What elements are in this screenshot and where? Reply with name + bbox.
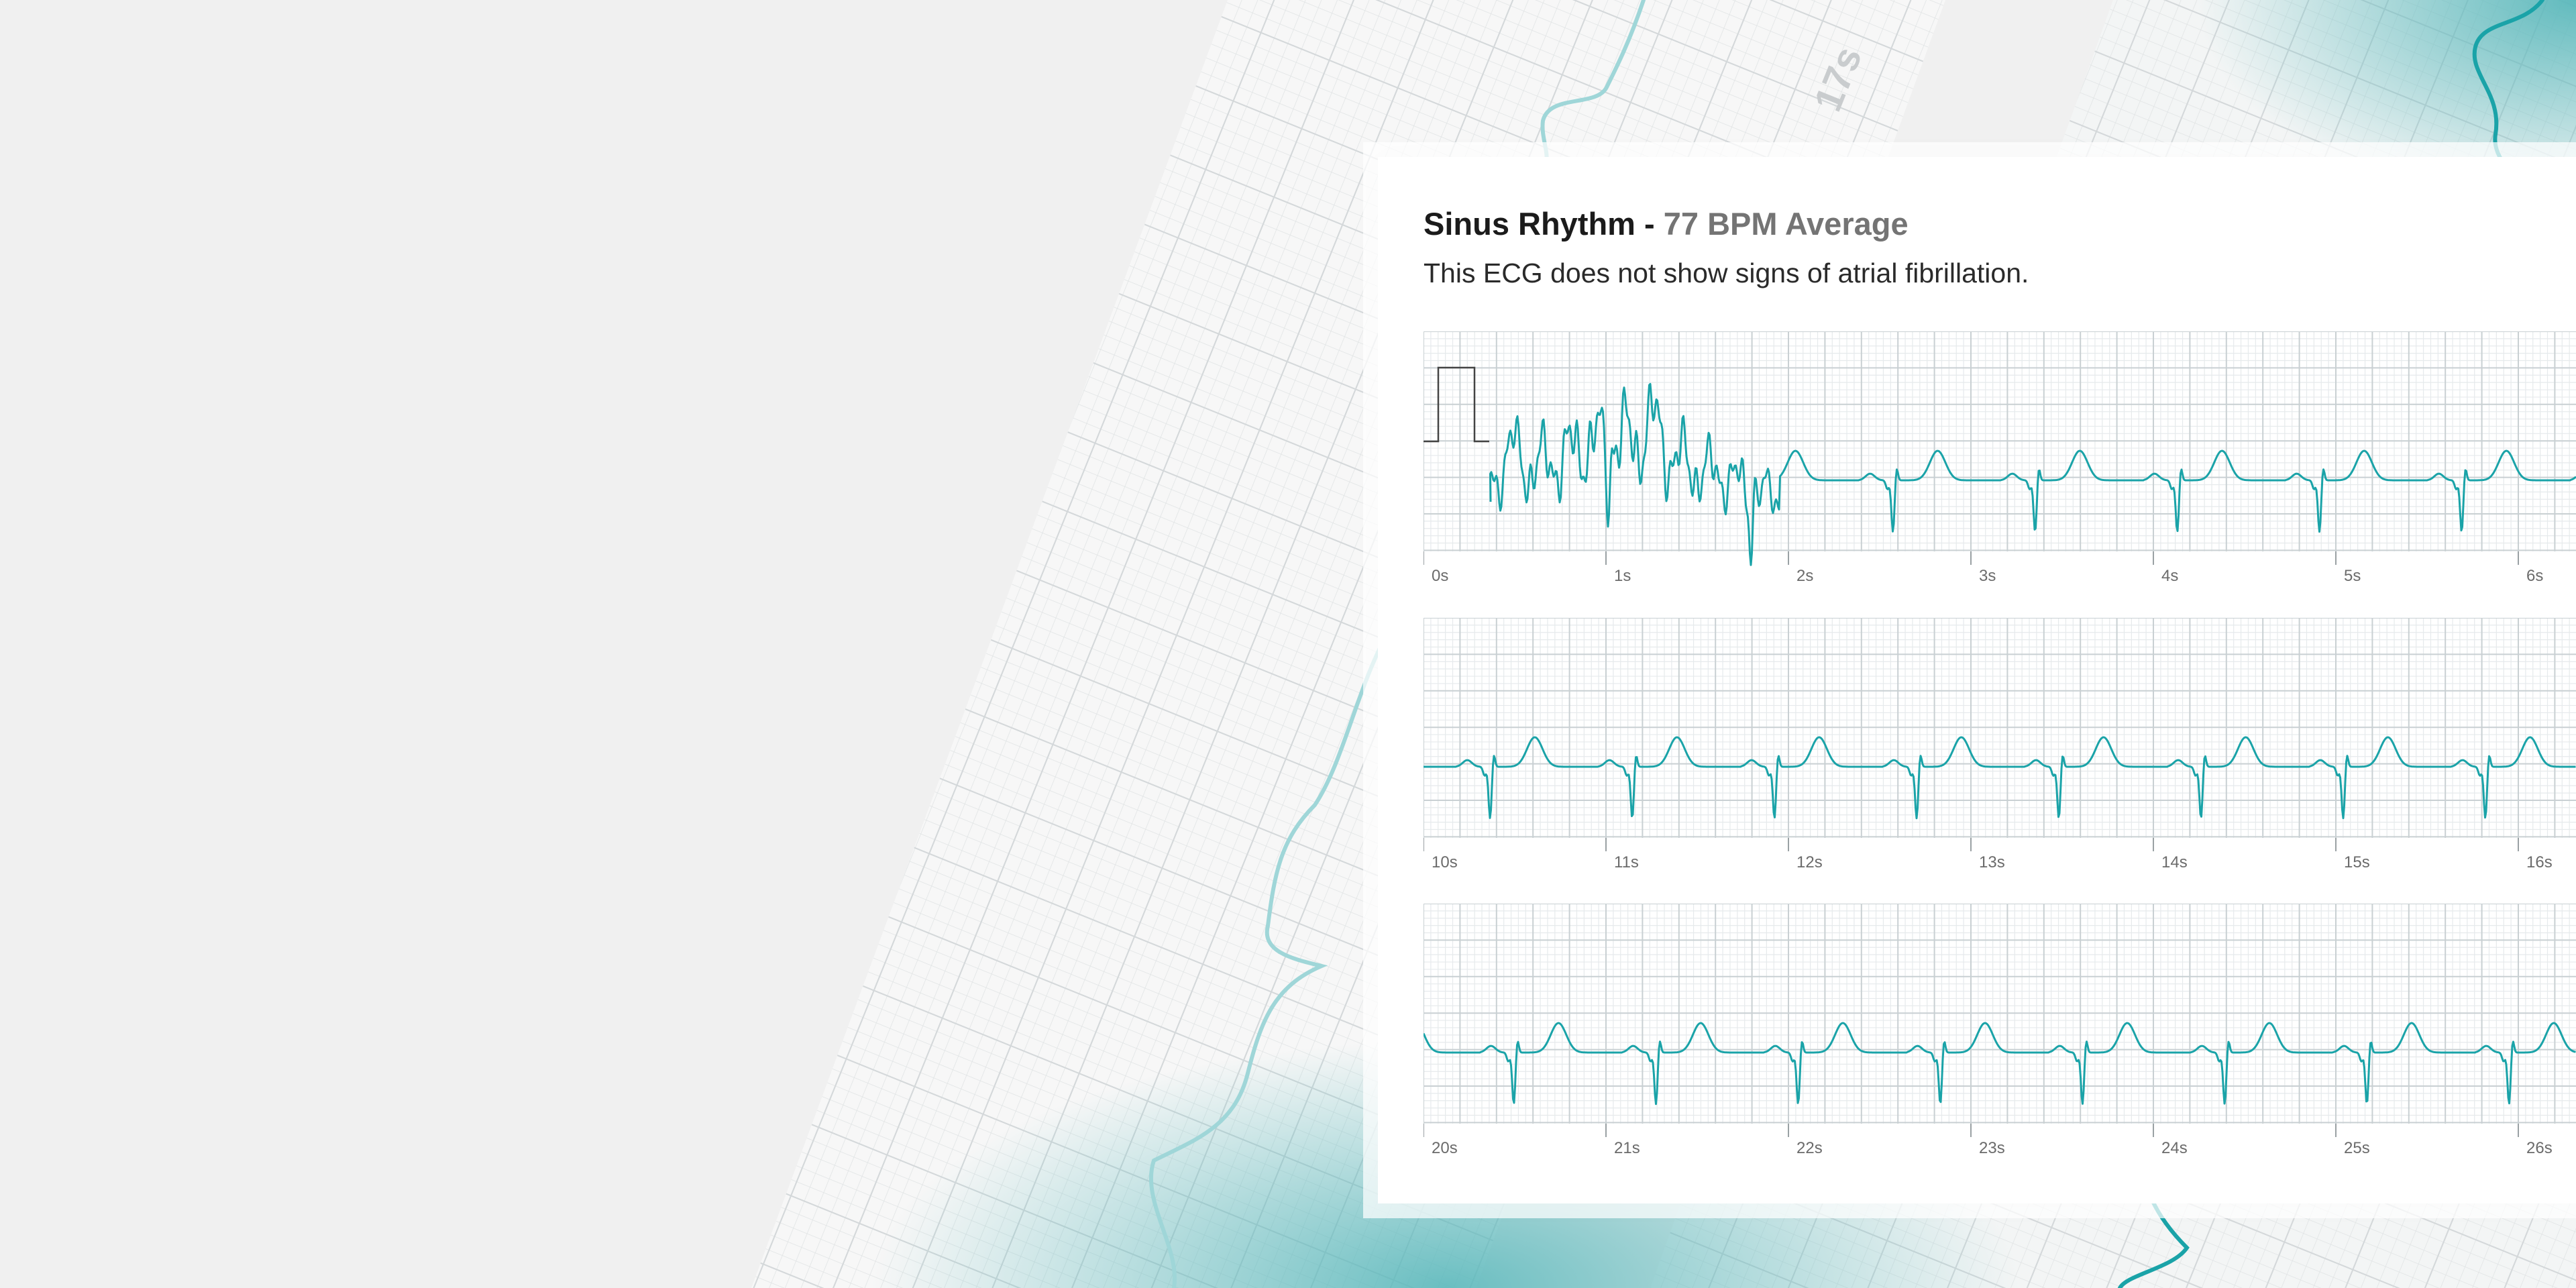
- ecg-report-card: Sinus Rhythm - 77 BPM Average This ECG d…: [1378, 157, 2576, 1203]
- ecg-trace: [1489, 382, 2576, 566]
- ecg-strip-chart: 20s 21s 22s 23s 24s 25s 26s: [1424, 904, 2576, 1157]
- time-label: 10s: [1432, 853, 1458, 871]
- time-label: 12s: [1796, 853, 1823, 871]
- time-label: 6s: [2526, 567, 2543, 585]
- time-label: 15s: [2344, 853, 2370, 871]
- time-label: 3s: [1979, 567, 1996, 585]
- time-label: 25s: [2344, 1139, 2370, 1157]
- time-label: 14s: [2161, 853, 2188, 871]
- ecg-strip-chart: 10s 11s 12s 13s 14s 15s 16s: [1424, 618, 2576, 871]
- time-label: 1s: [1614, 567, 1631, 585]
- ecg-strip-2: 10s 11s 12s 13s 14s 15s 16s: [1424, 618, 2576, 900]
- average-heart-rate: 77 BPM Average: [1663, 206, 1909, 241]
- time-label: 11s: [1614, 853, 1639, 871]
- time-label: 26s: [2526, 1139, 2553, 1157]
- time-label: 22s: [1796, 1139, 1823, 1157]
- result-summary: This ECG does not show signs of atrial f…: [1424, 258, 2029, 288]
- rhythm-classification: Sinus Rhythm -: [1424, 206, 1655, 241]
- time-label: 24s: [2161, 1139, 2188, 1157]
- time-label: 2s: [1796, 567, 1813, 585]
- time-label: 23s: [1979, 1139, 2005, 1157]
- time-label: 16s: [2526, 853, 2553, 871]
- ecg-strip-chart: 0s 1s 2s 3s 4s 5s 6s: [1424, 331, 2576, 585]
- time-label: 21s: [1614, 1139, 1640, 1157]
- time-label: 13s: [1979, 853, 2005, 871]
- ecg-strip-3: 20s 21s 22s 23s 24s 25s 26s: [1424, 904, 2576, 1185]
- ecg-strip-1: 0s 1s 2s 3s 4s 5s 6s: [1424, 331, 2576, 613]
- time-label: 20s: [1432, 1139, 1458, 1157]
- time-label: 5s: [2344, 567, 2361, 585]
- rhythm-title: Sinus Rhythm - 77 BPM Average: [1424, 205, 1909, 242]
- time-label: 0s: [1432, 567, 1448, 585]
- time-label: 4s: [2161, 567, 2178, 585]
